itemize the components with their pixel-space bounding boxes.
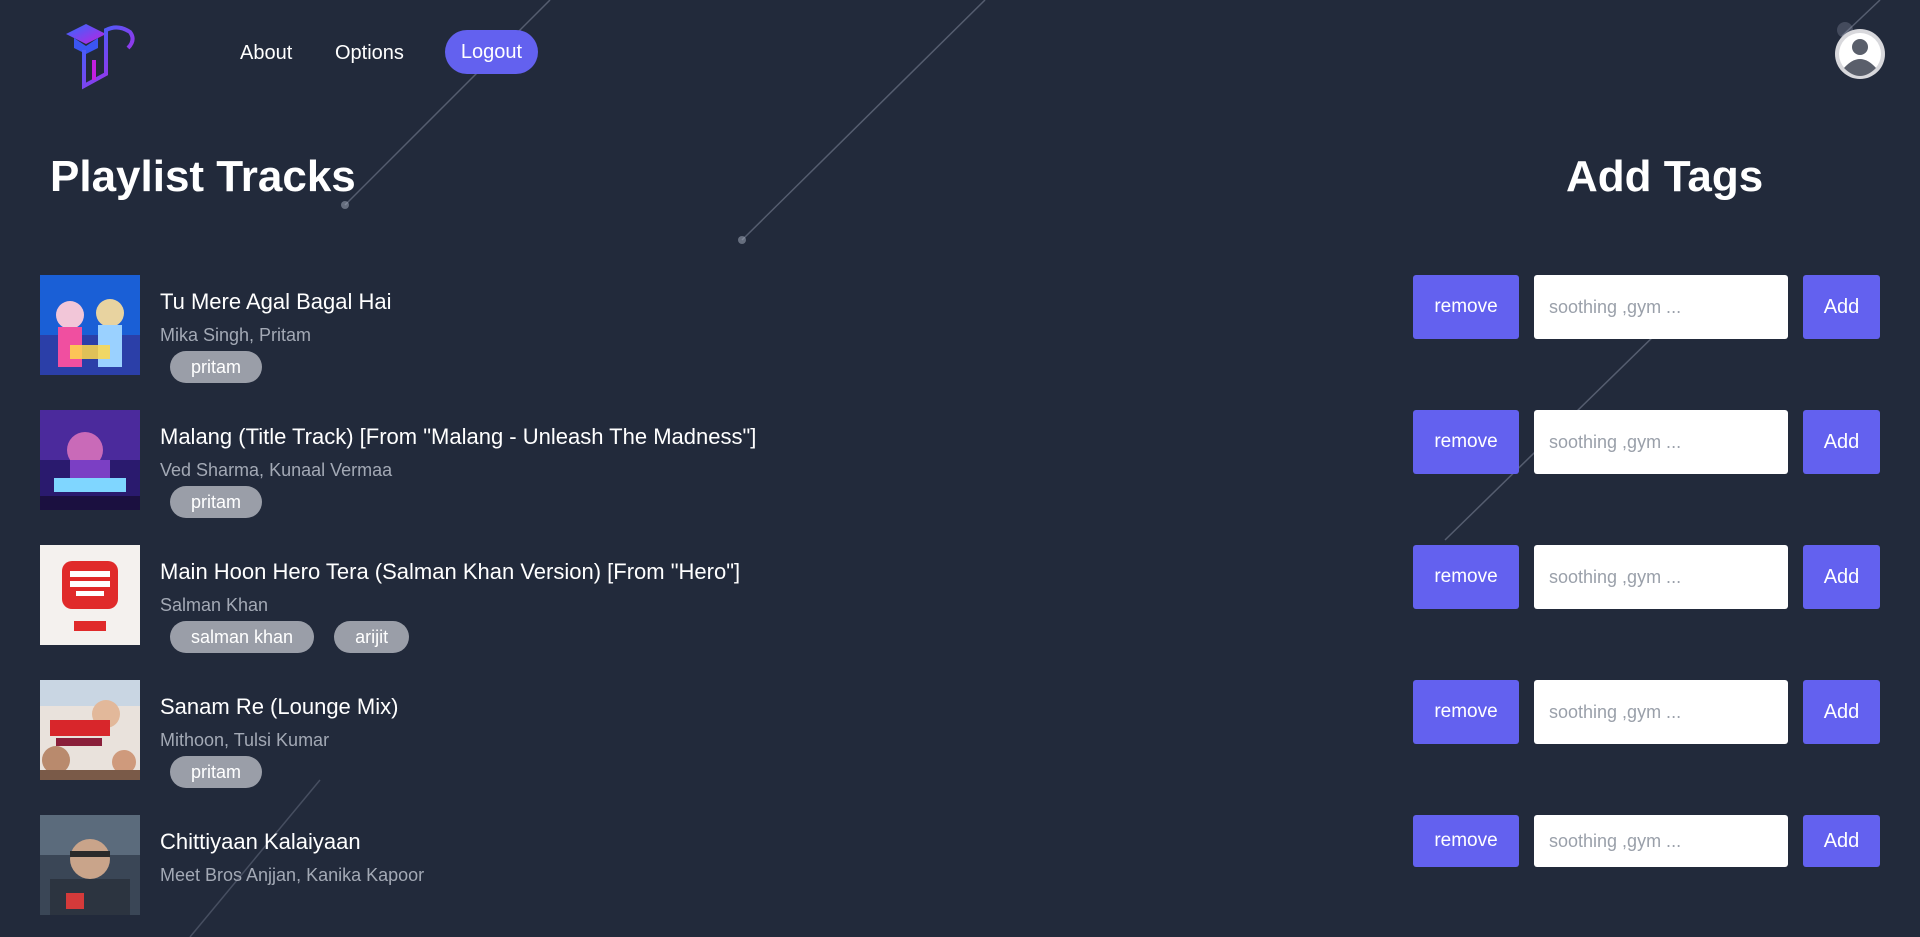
track-row: Sanam Re (Lounge Mix) Mithoon, Tulsi Kum… bbox=[0, 680, 1920, 800]
nav-options-link[interactable]: Options bbox=[335, 42, 404, 65]
tag-input[interactable] bbox=[1534, 410, 1788, 474]
track-title: Main Hoon Hero Tera (Salman Khan Version… bbox=[160, 559, 741, 584]
album-art-image bbox=[40, 410, 140, 510]
tag-list: salman khan arijit bbox=[170, 621, 410, 653]
add-tags-title: Add Tags bbox=[1566, 152, 1764, 201]
remove-tag-button[interactable]: remove bbox=[1413, 815, 1519, 867]
tag-list: pritam bbox=[170, 486, 263, 518]
nav-about-link[interactable]: About bbox=[240, 42, 292, 65]
track-row: Main Hoon Hero Tera (Salman Khan Version… bbox=[0, 545, 1920, 665]
tag-list: pritam bbox=[170, 756, 263, 788]
tag-chip[interactable]: salman khan bbox=[170, 621, 315, 653]
track-title: Sanam Re (Lounge Mix) bbox=[160, 694, 399, 719]
add-tag-button[interactable]: Add bbox=[1803, 275, 1880, 339]
tag-input[interactable] bbox=[1534, 680, 1788, 744]
tag-input[interactable] bbox=[1534, 275, 1788, 339]
track-title: Tu Mere Agal Bagal Hai bbox=[160, 289, 392, 314]
logout-button[interactable]: Logout bbox=[445, 30, 538, 74]
remove-tag-button[interactable]: remove bbox=[1413, 275, 1519, 339]
track-artists: Mika Singh, Pritam bbox=[160, 325, 312, 345]
add-tag-button[interactable]: Add bbox=[1803, 680, 1880, 744]
add-tag-button[interactable]: Add bbox=[1803, 815, 1880, 867]
track-row: Malang (Title Track) [From "Malang - Unl… bbox=[0, 410, 1920, 530]
remove-tag-button[interactable]: remove bbox=[1413, 680, 1519, 744]
playlist-tracks-title: Playlist Tracks bbox=[50, 152, 356, 201]
add-tag-button[interactable]: Add bbox=[1803, 545, 1880, 609]
app-logo-icon[interactable] bbox=[62, 20, 142, 90]
track-row: Tu Mere Agal Bagal Hai Mika Singh, Prita… bbox=[0, 275, 1920, 395]
track-title: Chittiyaan Kalaiyaan bbox=[160, 829, 361, 854]
tag-list: pritam bbox=[170, 351, 263, 383]
album-art-image bbox=[40, 275, 140, 375]
track-artists: Salman Khan bbox=[160, 595, 269, 615]
album-art-image bbox=[40, 815, 140, 915]
track-row: Chittiyaan Kalaiyaan Meet Bros Anjjan, K… bbox=[0, 815, 1920, 935]
add-tag-button[interactable]: Add bbox=[1803, 410, 1880, 474]
track-artists: Meet Bros Anjjan, Kanika Kapoor bbox=[160, 865, 425, 885]
remove-tag-button[interactable]: remove bbox=[1413, 410, 1519, 474]
album-art-image bbox=[40, 680, 140, 780]
tag-chip[interactable]: pritam bbox=[170, 351, 263, 383]
page: About Options Logout Playlist Tracks Add… bbox=[0, 0, 1920, 937]
remove-tag-button[interactable]: remove bbox=[1413, 545, 1519, 609]
tag-input[interactable] bbox=[1534, 545, 1788, 609]
track-artists: Mithoon, Tulsi Kumar bbox=[160, 730, 330, 750]
tag-chip[interactable]: arijit bbox=[334, 621, 410, 653]
tag-chip[interactable]: pritam bbox=[170, 756, 263, 788]
track-artists: Ved Sharma, Kunaal Vermaa bbox=[160, 460, 393, 480]
track-title: Malang (Title Track) [From "Malang - Unl… bbox=[160, 424, 757, 449]
user-avatar-icon[interactable] bbox=[1834, 28, 1886, 80]
tag-input[interactable] bbox=[1534, 815, 1788, 867]
tag-chip[interactable]: pritam bbox=[170, 486, 263, 518]
album-art-image bbox=[40, 545, 140, 645]
